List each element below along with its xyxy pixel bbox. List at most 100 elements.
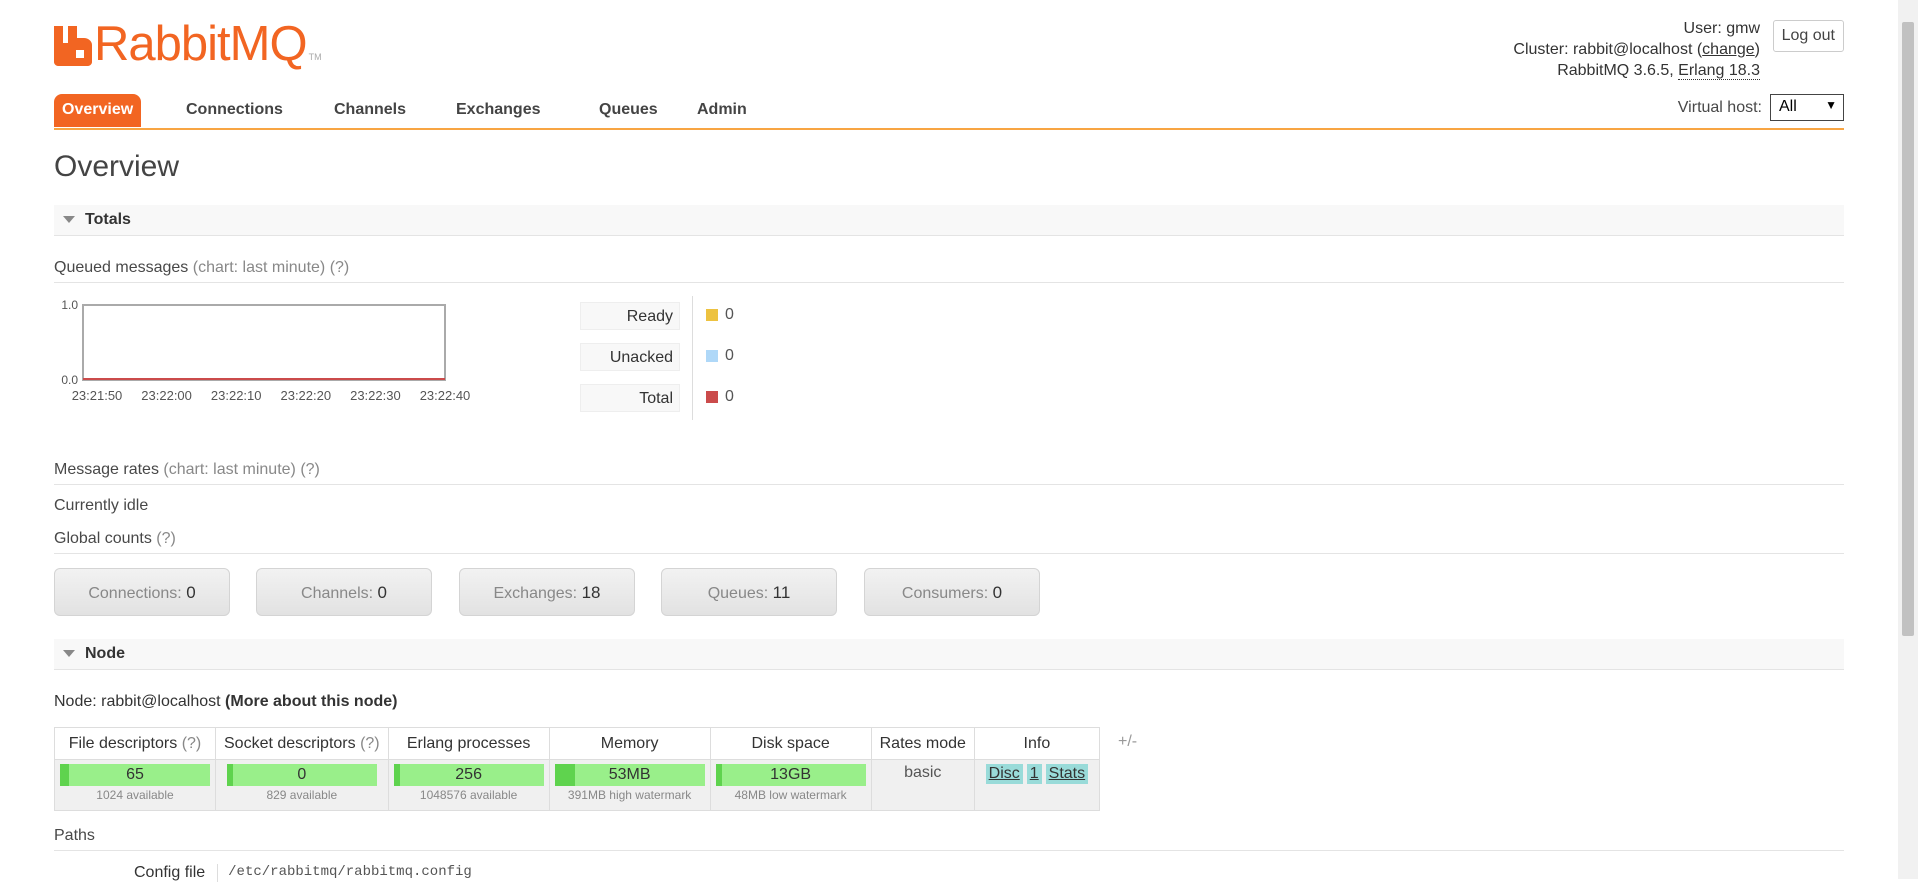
change-cluster-link[interactable]: change bbox=[1702, 41, 1755, 58]
fd-available: 1024 available bbox=[96, 788, 174, 802]
totals-heading: Totals bbox=[85, 211, 131, 228]
sd-available: 829 available bbox=[266, 788, 338, 802]
unacked-value: 0 bbox=[725, 347, 734, 364]
cluster-label: Cluster: bbox=[1513, 41, 1569, 58]
channels-count[interactable]: Channels: 0 bbox=[256, 568, 432, 616]
tab-connections[interactable]: Connections bbox=[178, 94, 291, 126]
tab-channels[interactable]: Channels bbox=[326, 94, 414, 126]
ready-value: 0 bbox=[725, 306, 734, 323]
total-swatch bbox=[706, 391, 718, 403]
sd-help[interactable]: (?) bbox=[360, 735, 380, 752]
page-title: Overview bbox=[54, 150, 180, 183]
legend-ready: Ready bbox=[580, 302, 680, 330]
queued-messages-chart: 1.0 0.0 23:21:50 23:22:00 23:22:10 23:22:20 23… bbox=[54, 296, 574, 416]
tab-exchanges[interactable]: Exchanges bbox=[448, 94, 548, 126]
fd-cell: 65 1024 available bbox=[54, 759, 216, 811]
brand-name: RabbitMQ bbox=[94, 17, 308, 71]
fd-help[interactable]: (?) bbox=[182, 735, 202, 752]
idle-text: Currently idle bbox=[54, 497, 149, 514]
tab-queues[interactable]: Queues bbox=[591, 94, 666, 126]
dropdown-arrow-icon: ▼ bbox=[1825, 98, 1837, 112]
queued-title: Queued messages bbox=[54, 259, 189, 276]
channels-count-value: 0 bbox=[377, 583, 387, 602]
disk-value: 13GB bbox=[770, 766, 812, 783]
paths-title: Paths bbox=[54, 827, 95, 844]
channels-count-label: Channels: bbox=[301, 585, 374, 602]
vhost-label: Virtual host: bbox=[1677, 98, 1762, 116]
y-tick-label: 0.0 bbox=[61, 373, 78, 387]
collapse-triangle-icon bbox=[63, 650, 75, 657]
node-name: rabbit@localhost bbox=[101, 693, 221, 710]
config-file-row: Config file /etc/rabbitmq/rabbitmq.confi… bbox=[134, 864, 472, 882]
x-tick-label: 23:22:00 bbox=[141, 388, 192, 403]
legend-ready-label: Ready bbox=[626, 308, 673, 325]
x-tick-label: 23:22:30 bbox=[350, 388, 401, 403]
queued-hint[interactable]: (chart: last minute) (?) bbox=[193, 259, 349, 276]
consumers-count[interactable]: Consumers: 0 bbox=[864, 568, 1040, 616]
queues-count-value: 11 bbox=[772, 583, 791, 602]
column-toggle-button[interactable]: +/- bbox=[1118, 733, 1137, 751]
x-tick-label: 23:22:20 bbox=[280, 388, 331, 403]
global-hint[interactable]: (?) bbox=[156, 530, 176, 547]
rates-hint[interactable]: (chart: last minute) (?) bbox=[163, 461, 319, 478]
x-tick-label: 23:22:10 bbox=[211, 388, 262, 403]
queued-messages-heading: Queued messages (chart: last minute) (?) bbox=[54, 259, 1844, 283]
ready-swatch bbox=[706, 309, 718, 321]
user-name: gmw bbox=[1726, 20, 1760, 37]
version-text: RabbitMQ 3.6.5, bbox=[1557, 62, 1674, 79]
connections-count-value: 0 bbox=[186, 583, 196, 602]
fd-value: 65 bbox=[126, 766, 144, 783]
info-tag-1[interactable]: 1 bbox=[1026, 764, 1042, 784]
legend-total-value: 0 bbox=[706, 388, 734, 406]
message-rates-heading: Message rates (chart: last minute) (?) bbox=[54, 461, 1844, 485]
info-tag-disc[interactable]: Disc bbox=[985, 764, 1023, 784]
global-counts-heading: Global counts (?) bbox=[54, 530, 1844, 554]
total-value: 0 bbox=[725, 388, 734, 405]
memory-cell: 53MB 391MB high watermark bbox=[548, 759, 711, 811]
disk-watermark: 48MB low watermark bbox=[734, 788, 847, 802]
fd-header: File descriptors (?) bbox=[54, 727, 216, 760]
ep-bar-fill bbox=[393, 764, 400, 786]
exchanges-count[interactable]: Exchanges: 18 bbox=[459, 568, 635, 616]
connections-count[interactable]: Connections: 0 bbox=[54, 568, 230, 616]
more-about-node-link[interactable]: (More about this node) bbox=[225, 693, 397, 710]
user-label: User: bbox=[1683, 20, 1722, 37]
config-file-label: Config file bbox=[134, 864, 206, 881]
rabbitmq-logo[interactable]: RabbitMQ TM bbox=[54, 17, 322, 71]
node-line: Node: rabbit@localhost (More about this … bbox=[54, 693, 397, 711]
queues-count[interactable]: Queues: 11 bbox=[661, 568, 837, 616]
x-tick-label: 23:22:40 bbox=[420, 388, 471, 403]
tab-admin[interactable]: Admin bbox=[689, 94, 755, 126]
sd-cell: 0 829 available bbox=[215, 759, 389, 811]
exchanges-count-value: 18 bbox=[581, 583, 601, 602]
ep-cell: 256 1048576 available bbox=[387, 759, 550, 811]
scrollbar-thumb[interactable] bbox=[1902, 22, 1914, 636]
tab-overview[interactable]: Overview bbox=[54, 94, 142, 127]
info-tag-stats[interactable]: Stats bbox=[1045, 764, 1089, 784]
sd-header: Socket descriptors (?) bbox=[215, 727, 389, 760]
erlang-version: Erlang 18.3 bbox=[1678, 62, 1760, 80]
totals-section-toggle[interactable]: Totals bbox=[54, 205, 1844, 236]
legend-unacked: Unacked bbox=[580, 343, 680, 371]
collapse-triangle-icon bbox=[63, 216, 75, 223]
disk-cell: 13GB 48MB low watermark bbox=[709, 759, 872, 811]
vhost-select[interactable]: All ▼ bbox=[1770, 94, 1844, 121]
node-label: Node: bbox=[54, 693, 97, 710]
disk-bar: 13GB bbox=[715, 764, 866, 786]
rates-mode-header: Rates mode bbox=[870, 727, 975, 760]
global-title: Global counts bbox=[54, 530, 152, 547]
node-section-toggle[interactable]: Node bbox=[54, 639, 1844, 670]
memory-bar: 53MB bbox=[554, 764, 705, 786]
ep-available: 1048576 available bbox=[419, 788, 518, 802]
main-nav: Overview Connections Channels Exchanges … bbox=[54, 94, 1844, 130]
vhost-value: All bbox=[1779, 98, 1797, 115]
disk-bar-fill bbox=[715, 764, 722, 786]
logout-button[interactable]: Log out bbox=[1772, 20, 1844, 52]
config-file-value: /etc/rabbitmq/rabbitmq.config bbox=[217, 864, 472, 882]
info-cell: Disc 1 Stats bbox=[973, 759, 1100, 811]
connections-count-label: Connections: bbox=[88, 585, 182, 602]
info-header: Info bbox=[973, 727, 1100, 760]
chart-plot-area bbox=[82, 304, 446, 381]
page-scrollbar[interactable] bbox=[1898, 0, 1918, 879]
memory-value: 53MB bbox=[608, 766, 651, 783]
